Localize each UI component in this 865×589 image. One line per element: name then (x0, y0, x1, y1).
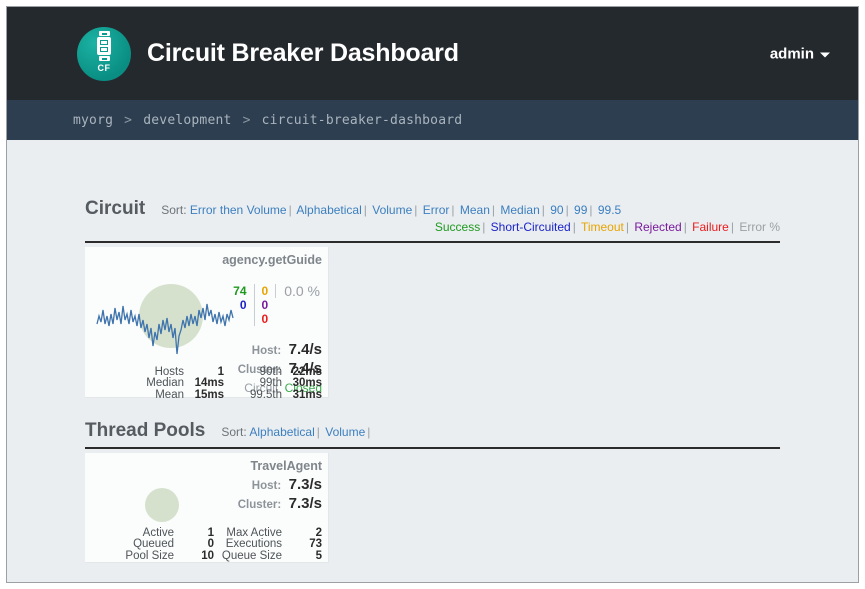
threadpool-host-rate-line: Host: 7.3/s (89, 476, 324, 495)
table-row: Queue Size 5 (220, 550, 322, 563)
stat-value: 31ms (292, 389, 322, 402)
legend-error-percent: Error % (739, 220, 780, 234)
host-label: Host: (251, 480, 282, 492)
threadpool-sort-row: Sort: Alphabetical | Volume | (221, 425, 371, 439)
threadpool-section-title: Thread Pools (85, 420, 206, 441)
table-row: Pool Size 10 (118, 550, 214, 563)
circuit-card-title: agency.getGuide (222, 253, 322, 267)
circuit-card[interactable]: agency.getGuide 74 0 0 0 0 0.0 % Host: 7… (85, 247, 329, 401)
sort-median[interactable]: Median (500, 203, 539, 217)
stat-key: 99.5th (250, 389, 282, 402)
host-label: Host: (251, 345, 282, 357)
counter-failure: 0 (261, 312, 269, 326)
brand[interactable]: CF Circuit Breaker Dashboard (77, 26, 459, 81)
threadpool-card-title: TravelAgent (250, 459, 322, 473)
threadpool-sort-area: Sort: Alphabetical | Volume | (221, 420, 780, 441)
threadpool-card[interactable]: TravelAgent Host: 7.3/s Cluster: 7.3/s A… (85, 453, 329, 563)
threadpool-stats-left: Active 1 Queued 0 Pool Size 10 (118, 527, 214, 563)
table-row: 99.5th 31ms (230, 389, 322, 402)
circuit-card-body: 74 0 0 0 0 0.0 % Host: 7.4/s Cluster: 7.… (89, 268, 324, 404)
circuit-card-row: agency.getGuide 74 0 0 0 0 0.0 % Host: 7… (85, 243, 780, 401)
user-menu-label: admin (769, 45, 814, 62)
cluster-label: Cluster: (237, 499, 282, 511)
stat-value: 5 (315, 550, 322, 563)
main-content: Circuit Sort: Error then Volume | Alphabe… (7, 140, 858, 582)
legend-timeout[interactable]: Timeout (581, 220, 624, 234)
circuit-section-title: Circuit (85, 198, 146, 219)
counter-col-middle: 0 0 0 (253, 284, 276, 326)
sort-p995[interactable]: 99.5 (598, 203, 621, 217)
legend-failure[interactable]: Failure (692, 220, 729, 234)
breadcrumb-separator: > (242, 112, 251, 128)
host-rate: 7.3/s (288, 476, 322, 493)
breadcrumb-separator: > (124, 112, 133, 128)
sort-alphabetical[interactable]: Alphabetical (296, 203, 361, 217)
threadpool-rates: Host: 7.3/s Cluster: 7.3/s (89, 476, 324, 514)
counter-rejected: 0 (261, 298, 269, 312)
stat-key: Pool Size (125, 550, 174, 563)
circuit-section-header: Circuit Sort: Error then Volume | Alphabe… (85, 198, 780, 239)
circuit-stats: Hosts 1 Median 14ms Mean 15ms 90th 22ms … (89, 366, 322, 402)
stat-key: Mean (155, 389, 184, 402)
threadpool-sort-volume[interactable]: Volume (325, 425, 365, 439)
threadpool-sort-alphabetical[interactable]: Alphabetical (249, 425, 314, 439)
app-header: CF Circuit Breaker Dashboard admin (7, 7, 858, 100)
counter-col-left: 74 0 (226, 284, 253, 312)
sort-error[interactable]: Error (423, 203, 450, 217)
sort-p99[interactable]: 99 (574, 203, 587, 217)
stat-value: 15ms (194, 389, 224, 402)
page-title: Circuit Breaker Dashboard (147, 39, 459, 67)
counter-success: 74 (233, 284, 247, 298)
legend-short-circuited[interactable]: Short-Circuited (491, 220, 571, 234)
cluster-rate: 7.3/s (288, 495, 322, 512)
logo-text: CF (97, 63, 111, 73)
chevron-down-icon (820, 52, 830, 57)
application-window: CF Circuit Breaker Dashboard admin myorg… (6, 6, 859, 583)
dashboard-panel: Circuit Sort: Error then Volume | Alphabe… (85, 198, 780, 563)
app-logo: CF (77, 26, 131, 81)
stat-value: 10 (201, 550, 214, 563)
user-menu[interactable]: admin (770, 45, 830, 62)
counter-error-percent: 0.0 % (275, 284, 322, 298)
threadpool-cluster-rate-line: Cluster: 7.3/s (89, 495, 324, 514)
sort-error-then-volume[interactable]: Error then Volume (190, 203, 287, 217)
threadpool-card-row: TravelAgent Host: 7.3/s Cluster: 7.3/s A… (85, 449, 780, 563)
sort-label: Sort: (161, 203, 187, 217)
circuit-sort-area: Sort: Error then Volume | Alphabetical | V… (161, 198, 780, 236)
counter-timeout: 0 (261, 284, 269, 298)
threadpool-stats-right: Max Active 2 Executions 73 Queue Size 5 (220, 527, 322, 563)
sort-volume[interactable]: Volume (372, 203, 412, 217)
circuit-stats-right: 90th 22ms 99th 30ms 99.5th 31ms (230, 366, 322, 402)
circuit-legend: Success | Short-Circuited | Timeout | Rejec… (434, 220, 780, 234)
circuit-stats-left: Hosts 1 Median 14ms Mean 15ms (128, 366, 224, 402)
circuit-host-rate-line: Host: 7.4/s (89, 341, 324, 360)
breadcrumb-item-app[interactable]: circuit-breaker-dashboard (262, 113, 463, 128)
circuit-counters: 74 0 0 0 0 0.0 % (226, 284, 322, 326)
stat-key: Queue Size (221, 550, 282, 563)
breadcrumb-item-space[interactable]: development (143, 113, 231, 128)
threadpool-stats: Active 1 Queued 0 Pool Size 10 Max Activ… (89, 527, 322, 563)
breadcrumb-bar: myorg > development > circuit-breaker-da… (7, 100, 858, 140)
counter-short-circuited: 0 (239, 298, 247, 312)
breadcrumb: myorg > development > circuit-breaker-da… (73, 113, 462, 128)
threadpool-section-header: Thread Pools Sort: Alphabetical | Volume | (85, 420, 780, 445)
sort-mean[interactable]: Mean (460, 203, 490, 217)
legend-success[interactable]: Success (435, 220, 480, 234)
breadcrumb-item-org[interactable]: myorg (73, 113, 113, 128)
circuit-breaker-icon (97, 31, 111, 61)
circuit-sort-row: Sort: Error then Volume | Alphabetical | V… (161, 203, 622, 217)
sort-p90[interactable]: 90 (550, 203, 563, 217)
table-row: Mean 15ms (128, 389, 224, 402)
legend-rejected[interactable]: Rejected (634, 220, 681, 234)
threadpool-card-body: Host: 7.3/s Cluster: 7.3/s Active 1 Queu… (89, 474, 324, 569)
host-rate: 7.4/s (288, 341, 322, 358)
sort-label: Sort: (221, 425, 247, 439)
